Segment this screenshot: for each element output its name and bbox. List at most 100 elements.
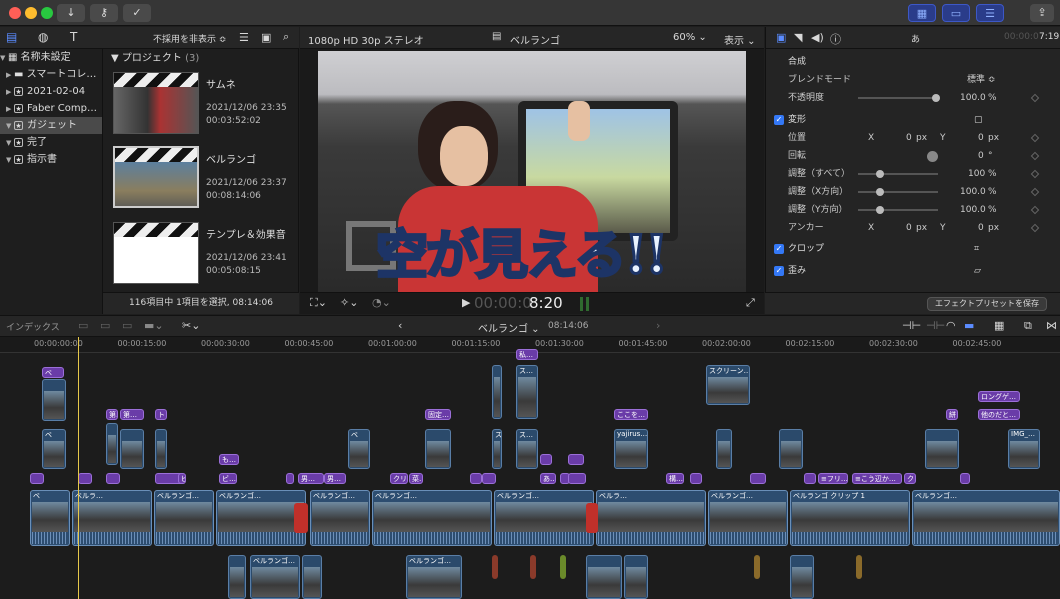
connected-clip[interactable]: ス… [492,429,502,469]
connected-clip[interactable] [302,555,322,599]
scale-y-value[interactable]: 100.0 [960,201,986,219]
title-clip[interactable] [106,473,120,484]
audio-clip[interactable] [560,555,566,579]
connected-clip[interactable]: IMG_… [1008,429,1040,469]
connected-clip[interactable] [586,555,622,599]
connected-clip[interactable]: ベルランゴ… [406,555,462,599]
title-clip[interactable] [482,473,496,484]
title-clip[interactable]: ビ… [219,473,237,484]
primary-clip[interactable]: ベルランゴ クリップ 1 [790,490,910,546]
append-clip-icon[interactable]: ▭ [122,319,132,332]
viewer-canvas[interactable]: 空が見える!! [318,51,746,292]
primary-clip[interactable]: ベルランゴ… [310,490,370,546]
title-clip[interactable]: ≡こう辺か… [852,473,902,484]
audio-skimming-icon[interactable]: ⊣⊢ [902,319,921,332]
keyframe-icon[interactable] [1030,187,1040,197]
position-x[interactable]: 0 [906,129,912,147]
sidebar-item[interactable]: ▼ ★ 完了 [0,134,102,151]
sidebar-item[interactable]: ▶ ★ 2021-02-04 [0,83,102,100]
index-button[interactable]: インデックス [6,320,60,333]
rotation-dial[interactable] [927,151,938,162]
connected-clip[interactable]: スクリーン… [706,365,750,405]
save-effect-preset-button[interactable]: エフェクトプリセットを保存 [927,297,1047,311]
connected-clip[interactable]: ベ [42,429,66,469]
title-clip[interactable]: 固定… [425,409,451,420]
connected-clip[interactable] [425,429,451,469]
minimize-window-button[interactable] [25,7,37,19]
keyframe-icon[interactable] [1030,151,1040,161]
speed-icon[interactable]: ◔⌄ [372,296,391,309]
browser-toggle-button[interactable]: ▦ [908,4,936,22]
connected-clip[interactable] [155,429,167,469]
blend-mode-popup[interactable]: 標準 ≎ [967,71,995,89]
checkbox-icon[interactable]: ✓ [774,114,784,125]
play-button[interactable]: ▶ [462,296,470,309]
section-header[interactable]: ▼ プロジェクト (3) [111,49,199,64]
clip-thumbnail-selected[interactable] [113,146,199,208]
scale-x-slider[interactable] [858,188,938,196]
connected-clip[interactable] [624,555,648,599]
title-clip[interactable] [690,473,702,484]
zoom-popup[interactable]: 60% ⌄ [673,32,707,43]
transform-tool-icon[interactable]: ⛶⌄ [310,296,327,310]
primary-clip[interactable]: ベルラ… [596,490,706,546]
connected-clip[interactable] [120,429,144,469]
anchor-x[interactable]: 0 [906,219,912,237]
keyframe-icon[interactable] [1030,133,1040,143]
scale-y-slider[interactable] [858,206,938,214]
composite-section[interactable]: 合成 [772,53,1060,71]
audio-clip[interactable] [530,555,536,579]
inspector-toggle-button[interactable]: ☰ [976,4,1004,22]
scissors-icon[interactable]: ✂⌄ [182,319,200,332]
view-popup[interactable]: 表示 ⌄ [724,32,756,47]
clip-appearance-icon[interactable]: ☰ [239,31,249,44]
opacity-value[interactable]: 100.0 [960,89,986,107]
connected-clip[interactable] [106,423,118,465]
insert-clip-icon[interactable]: ▭ [100,319,110,332]
keyframe-icon[interactable] [1030,205,1040,215]
connected-clip[interactable]: ベ [348,429,370,469]
title-clip[interactable] [568,454,584,465]
forward-arrow-icon[interactable]: › [656,319,660,332]
title-clip[interactable]: ビ… [178,473,186,484]
color-inspector-icon[interactable]: ◥ [794,31,802,44]
transitions-browser-icon[interactable]: ⋈ [1046,319,1057,332]
timecode[interactable]: 8:20 [529,294,563,312]
primary-clip[interactable]: ベルラ… [72,490,152,546]
filter-popup[interactable]: 不採用を非表示 ≎ [153,32,226,45]
close-window-button[interactable] [9,7,21,19]
skimming-icon[interactable]: ⊣⊢ [926,319,945,332]
distort-section[interactable]: ✓ 歪み ▱ [772,262,1060,280]
keyframe-icon[interactable] [1030,169,1040,179]
title-clip[interactable] [750,473,766,484]
title-clip[interactable]: ≡フリ… [818,473,848,484]
opacity-slider[interactable] [858,94,940,102]
clip-thumbnail[interactable] [113,222,199,284]
snapping-icon[interactable]: ▬ [964,319,974,332]
scale-x-value[interactable]: 100.0 [960,183,986,201]
sidebar-item[interactable]: ▶ ★ Faber Comp… [0,100,102,117]
title-clip[interactable]: ク [904,473,916,484]
transform-section[interactable]: ✓ 変形 ▢ [772,111,1060,129]
title-clip[interactable]: 構… [666,473,684,484]
share-button[interactable]: ⇪ [1030,4,1054,22]
title-clip[interactable] [804,473,816,484]
title-clip[interactable]: ロングゲ… [978,391,1020,402]
gap-clip[interactable] [586,503,598,533]
title-clip[interactable]: ベ [42,367,64,378]
position-y[interactable]: 0 [978,129,984,147]
crop-section[interactable]: ✓ クロップ ⌗ [772,240,1060,258]
connected-clip[interactable] [228,555,246,599]
filmstrip-icon[interactable]: ▣ [261,31,271,44]
import-button[interactable]: ↓ [57,4,85,22]
gap-clip[interactable] [294,503,308,533]
transform-onscreen-icon[interactable]: ▢ [974,111,983,129]
overwrite-clip-icon[interactable]: ▬⌄ [144,319,164,332]
title-clip[interactable]: 男… [298,473,324,484]
sidebar-item[interactable]: ▼ ▦ 名称未設定 [0,49,102,66]
connected-clip[interactable] [492,365,502,419]
connected-clip[interactable]: ス… [516,365,538,419]
connected-clip[interactable]: ベルランゴ… [250,555,300,599]
title-clip[interactable]: 絣 [946,409,958,420]
connected-clip[interactable] [925,429,959,469]
